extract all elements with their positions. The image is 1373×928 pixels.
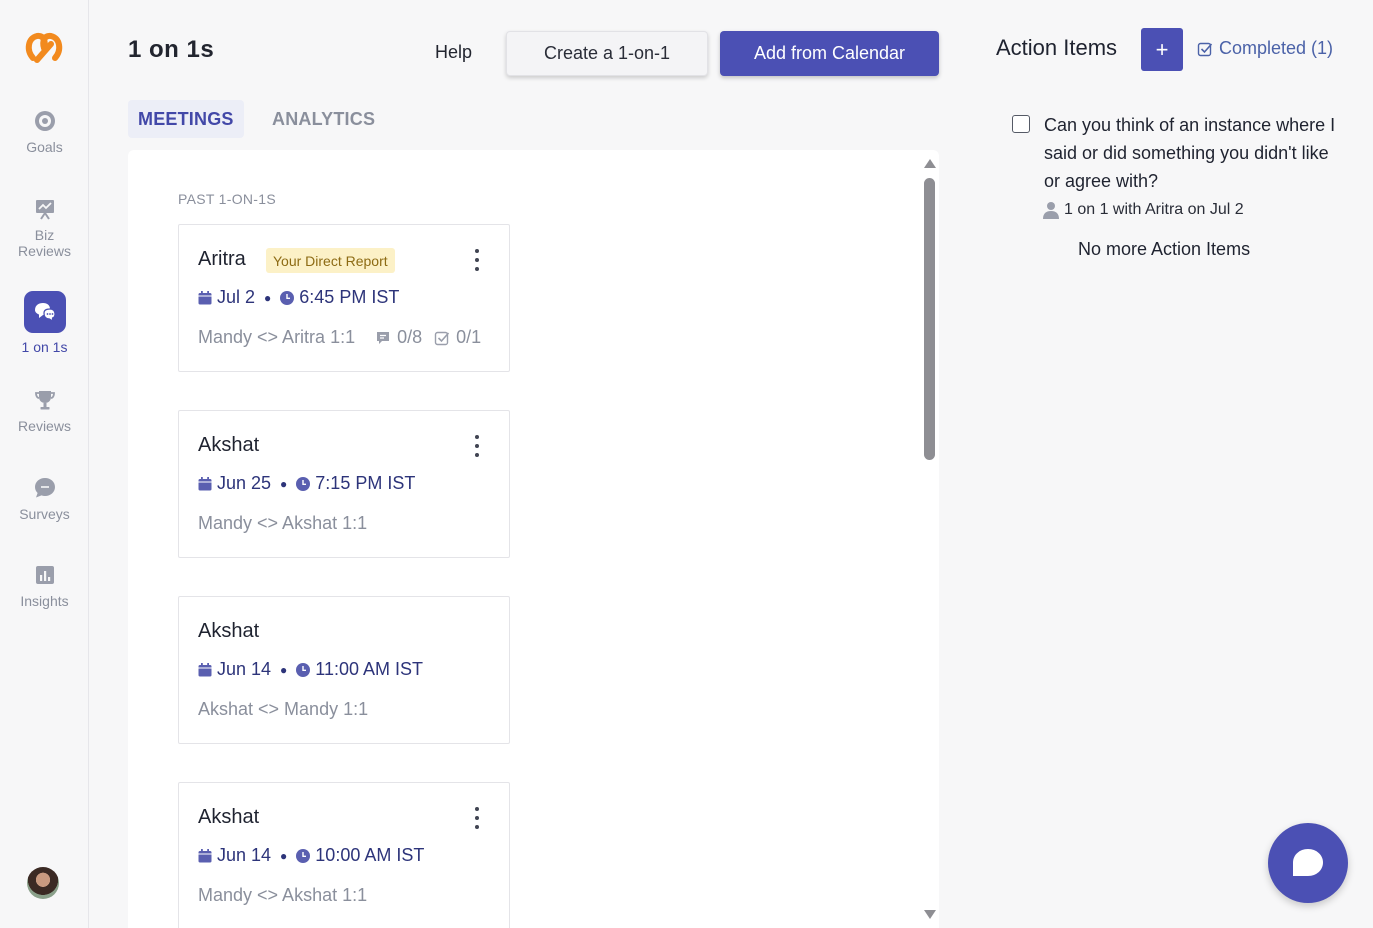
meeting-subtitle: Mandy <> Akshat 1:1 [198, 885, 367, 906]
tab-meetings[interactable]: MEETINGS [128, 100, 244, 138]
help-link[interactable]: Help [435, 42, 472, 63]
meetings-panel: PAST 1-ON-1S Aritra Your Direct Report J… [128, 150, 939, 928]
action-item-source: 1 on 1 with Aritra on Jul 2 [1043, 201, 1244, 219]
chat-bubble-icon [1293, 849, 1323, 876]
meeting-datetime: Jun 14 ● 11:00 AM IST [198, 659, 423, 680]
sidebar-item-reviews[interactable]: Reviews [0, 388, 89, 434]
page-title: 1 on 1s [128, 36, 215, 63]
checkbox-check-icon [1197, 42, 1213, 56]
action-items-title: Action Items [996, 35, 1118, 60]
tab-analytics[interactable]: ANALYTICS [262, 100, 385, 138]
sidebar-item-label: 1 on 1s [21, 339, 68, 355]
meeting-subtitle: Mandy <> Aritra 1:1 0/8 0/1 [198, 327, 493, 348]
add-from-calendar-button[interactable]: Add from Calendar [720, 31, 939, 76]
app-logo-icon[interactable] [24, 30, 64, 66]
more-options-icon[interactable] [473, 435, 481, 457]
meeting-title: Mandy <> Akshat 1:1 [198, 513, 368, 533]
meeting-time: 6:45 PM IST [299, 287, 400, 307]
sidebar-item-goals[interactable]: Goals [0, 109, 89, 155]
nav-active-tile [23, 291, 66, 333]
separator-dot: ● [280, 848, 288, 863]
create-1-on-1-button[interactable]: Create a 1-on-1 [506, 31, 708, 76]
meeting-card[interactable]: Aritra Your Direct Report Jul 2 ● 6:45 P… [178, 224, 510, 372]
action-items-count: 0/1 [434, 327, 481, 348]
checkbox-check-icon [434, 331, 450, 345]
meeting-time: 7:15 PM IST [315, 473, 416, 493]
scrollbar-thumb[interactable] [924, 178, 935, 460]
sidebar-item-label: Biz Reviews [18, 227, 71, 259]
meeting-subtitle: Akshat <> Mandy 1:1 [198, 699, 368, 720]
trophy-icon [34, 391, 55, 410]
meeting-datetime: Jun 25 ● 7:15 PM IST [198, 473, 415, 494]
meeting-title: Akshat <> Mandy 1:1 [198, 699, 369, 719]
chat-bubbles-icon [34, 303, 56, 323]
meeting-datetime: Jun 14 ● 10:00 AM IST [198, 845, 424, 866]
meeting-datetime: Jul 2 ● 6:45 PM IST [198, 287, 399, 308]
completed-action-items-link[interactable]: Completed (1) [1197, 38, 1333, 59]
user-avatar[interactable] [27, 867, 59, 899]
person-icon [1043, 202, 1059, 219]
meeting-date: Jun 25 [217, 473, 272, 493]
talking-points-count: 0/8 [375, 327, 422, 348]
meeting-subtitle: Mandy <> Akshat 1:1 [198, 513, 367, 534]
clock-icon [280, 290, 295, 305]
completed-label: Completed (1) [1219, 38, 1334, 58]
add-action-item-button[interactable]: + [1141, 28, 1183, 71]
action-item-source-label: 1 on 1 with Aritra on Jul 2 [1064, 201, 1244, 218]
action-item-text: Can you think of an instance where I sai… [1044, 115, 1336, 191]
sidebar-item-label: Surveys [19, 506, 70, 522]
more-options-icon[interactable] [473, 807, 481, 829]
meeting-title: Mandy <> Akshat 1:1 [198, 885, 368, 905]
chat-launcher-button[interactable] [1268, 823, 1348, 903]
meeting-person-name: Akshat [198, 620, 260, 642]
section-label-past-1-on-1s: PAST 1-ON-1S [178, 191, 276, 207]
meeting-time: 11:00 AM IST [315, 659, 424, 679]
meeting-title: Mandy <> Aritra 1:1 [198, 327, 356, 347]
comment-icon [377, 331, 390, 344]
action-item-checkbox[interactable] [1012, 115, 1030, 133]
sidebar-item-1-on-1s[interactable]: 1 on 1s [0, 291, 89, 355]
speech-bubble-icon [34, 478, 55, 498]
sidebar-item-biz-reviews[interactable]: Biz Reviews [0, 197, 89, 259]
meeting-date: Jul 2 [217, 287, 256, 307]
presentation-icon [35, 200, 54, 220]
calendar-icon [198, 476, 212, 490]
meeting-card[interactable]: Akshat Jun 25 ● 7:15 PM IST Mandy <> Aks… [178, 410, 510, 558]
no-more-action-items: No more Action Items [1078, 239, 1251, 259]
calendar-icon [198, 662, 212, 676]
meeting-person-name: Akshat [198, 806, 260, 828]
separator-dot: ● [280, 476, 288, 491]
meeting-stats: 0/8 0/1 [375, 327, 493, 348]
scroll-down-arrow-icon[interactable] [923, 908, 937, 920]
sidebar-item-insights[interactable]: Insights [0, 563, 89, 609]
meeting-date: Jun 14 [217, 659, 272, 679]
more-options-icon[interactable] [473, 249, 481, 271]
target-icon [34, 111, 55, 131]
clock-icon [296, 662, 311, 677]
meeting-card[interactable]: Akshat Jun 14 ● 10:00 AM IST Mandy <> Ak… [178, 782, 510, 928]
sidebar-item-surveys[interactable]: Surveys [0, 476, 89, 522]
sidebar: Goals Biz Reviews 1 on 1s Reviews Survey… [0, 0, 89, 928]
clock-icon [296, 848, 311, 863]
clock-icon [296, 476, 311, 491]
sidebar-item-label: Insights [20, 593, 69, 609]
sidebar-item-label: Reviews [18, 418, 71, 434]
scroll-up-arrow-icon[interactable] [923, 158, 937, 170]
calendar-icon [198, 290, 212, 304]
meeting-person-name: Aritra [198, 248, 246, 270]
calendar-icon [198, 848, 212, 862]
meeting-card[interactable]: Akshat Jun 14 ● 11:00 AM IST Akshat <> M… [178, 596, 510, 744]
meeting-date: Jun 14 [217, 845, 272, 865]
meeting-person-name: Akshat [198, 434, 260, 456]
meeting-time: 10:00 AM IST [315, 845, 425, 865]
sidebar-item-label: Goals [26, 139, 63, 155]
direct-report-badge: Your Direct Report [266, 248, 395, 273]
separator-dot: ● [280, 662, 288, 677]
separator-dot: ● [264, 290, 272, 305]
bar-chart-icon [35, 566, 54, 584]
